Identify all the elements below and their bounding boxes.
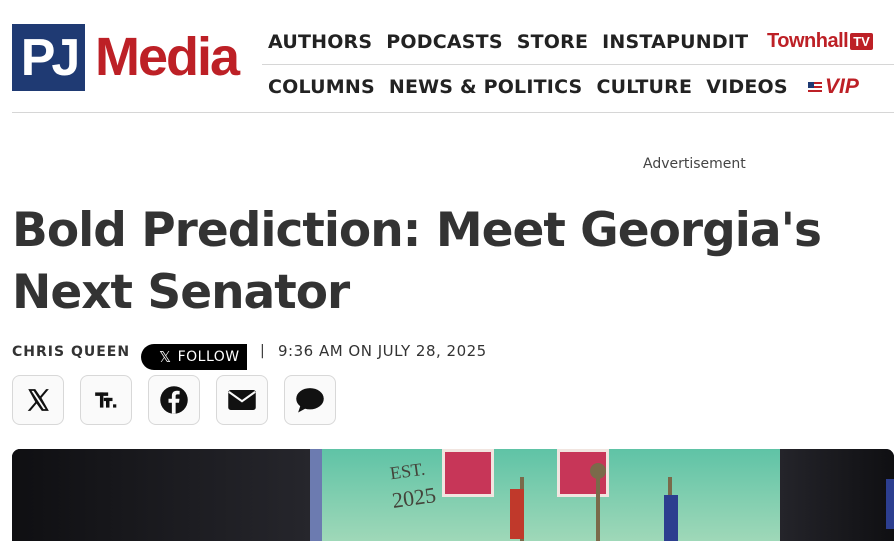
nav-divider (262, 64, 894, 65)
x-icon (27, 389, 49, 411)
nav-columns[interactable]: COLUMNS (268, 76, 375, 98)
hero-flag (664, 495, 678, 541)
townhall-tv-link[interactable]: Townhall TV (767, 30, 873, 53)
nav-podcasts[interactable]: PODCASTS (386, 31, 502, 53)
hero-flag (510, 489, 524, 539)
hero-sign-letter (442, 449, 494, 497)
truth-social-icon (95, 392, 117, 408)
share-x-button[interactable] (12, 375, 64, 425)
hero-screen-edge (310, 449, 322, 541)
advertisement-label: Advertisement (643, 156, 746, 172)
tv-badge: TV (850, 33, 873, 50)
x-icon: 𝕏 (159, 348, 172, 366)
us-flag-icon (808, 81, 822, 93)
flag-pole (596, 477, 600, 541)
hero-image: EST. 2025 (12, 449, 894, 541)
logo-mark: PJ (12, 24, 85, 91)
follow-on-x-button[interactable]: 𝕏 FOLLOW (141, 344, 247, 370)
header-divider (12, 112, 894, 113)
hero-stage-right (780, 449, 894, 541)
main-nav: COLUMNS NEWS & POLITICS CULTURE VIDEOS (268, 74, 802, 100)
vip-link[interactable]: VIP (808, 75, 859, 99)
byline: CHRIS QUEEN (12, 341, 130, 363)
top-nav: AUTHORS PODCASTS STORE INSTAPUNDIT (268, 29, 762, 55)
nav-news-politics[interactable]: NEWS & POLITICS (389, 76, 583, 98)
share-facebook-button[interactable] (148, 375, 200, 425)
logo-wordmark: Media (95, 27, 240, 87)
share-comment-button[interactable] (284, 375, 336, 425)
byline-separator: | (260, 343, 265, 359)
hero-screen (310, 449, 780, 541)
share-email-button[interactable] (216, 375, 268, 425)
nav-culture[interactable]: CULTURE (596, 76, 692, 98)
site-logo[interactable]: PJ Media (12, 24, 240, 91)
share-truth-social-button[interactable] (80, 375, 132, 425)
nav-instapundit[interactable]: INSTAPUNDIT (602, 31, 748, 53)
hero-flag (886, 479, 894, 529)
nav-store[interactable]: STORE (517, 31, 588, 53)
townhall-label: Townhall (767, 30, 849, 52)
nav-videos[interactable]: VIDEOS (706, 76, 788, 98)
article-title: Bold Prediction: Meet Georgia's Next Sen… (12, 203, 822, 320)
nav-authors[interactable]: AUTHORS (268, 31, 372, 53)
vip-label: VIP (825, 75, 859, 98)
publish-timestamp: 9:36 AM ON JULY 28, 2025 (278, 342, 487, 360)
comment-icon (296, 388, 324, 413)
hero-stage-left (12, 449, 312, 541)
facebook-icon (160, 386, 188, 414)
email-icon (228, 390, 256, 410)
follow-label: FOLLOW (177, 349, 240, 365)
author-link[interactable]: CHRIS QUEEN (12, 344, 130, 360)
